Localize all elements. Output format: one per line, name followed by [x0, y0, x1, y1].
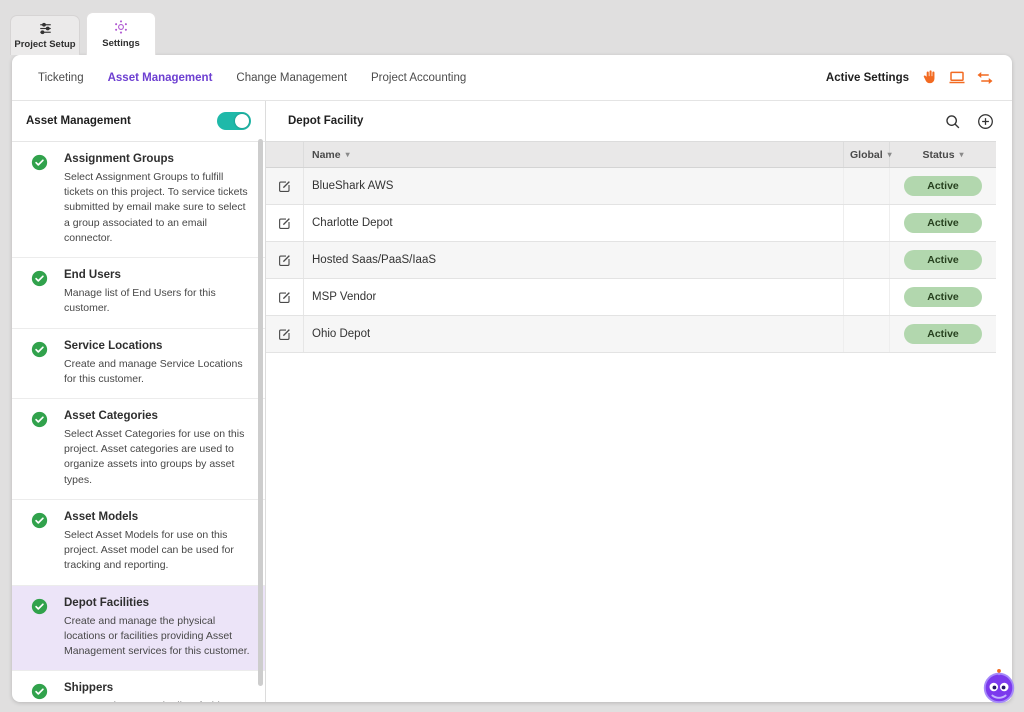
- search-icon[interactable]: [944, 113, 961, 130]
- tab-asset-management[interactable]: Asset Management: [108, 72, 213, 84]
- panel-header: Depot Facility: [266, 101, 1012, 141]
- sidebar-title: Asset Management: [26, 115, 131, 127]
- edit-icon[interactable]: [277, 327, 292, 342]
- depot-facility-panel: Depot Facility Name Global Status: [266, 101, 1012, 702]
- nav-right: Active Settings: [826, 69, 994, 87]
- sidebar-item-description: Select Asset Models for use on this proj…: [64, 528, 251, 574]
- laptop-icon[interactable]: [948, 69, 966, 87]
- sidebar-item-title: Asset Models: [64, 511, 251, 523]
- column-header-status[interactable]: Status: [890, 142, 996, 167]
- sidebar-item-assignment-groups[interactable]: Assignment Groups Select Assignment Grou…: [12, 142, 265, 258]
- row-global: [844, 205, 890, 241]
- sidebar-header: Asset Management: [12, 101, 265, 142]
- tab-label: Settings: [102, 38, 139, 49]
- tab-change-management[interactable]: Change Management: [236, 72, 347, 84]
- sidebar-item-description: Manage list of End Users for this custom…: [64, 286, 251, 316]
- sidebar-item-end-users[interactable]: End Users Manage list of End Users for t…: [12, 258, 265, 328]
- table-row: MSP Vendor Active: [266, 279, 996, 316]
- check-circle-icon: [31, 270, 48, 287]
- gear-icon: [113, 20, 129, 35]
- chat-mascot-button[interactable]: [980, 668, 1018, 706]
- window-tabs: Project Setup Settings: [10, 12, 156, 55]
- row-name: Ohio Depot: [312, 328, 370, 340]
- table-row: BlueShark AWS Active: [266, 168, 996, 205]
- table-row: Charlotte Depot Active: [266, 205, 996, 242]
- check-circle-icon: [31, 598, 48, 615]
- active-settings-label: Active Settings: [826, 72, 909, 84]
- row-global: [844, 168, 890, 204]
- row-global: [844, 316, 890, 352]
- panel-actions: [944, 113, 994, 130]
- row-name: Charlotte Depot: [312, 217, 393, 229]
- sidebar-scrollbar[interactable]: [258, 139, 263, 686]
- sidebar-item-title: Service Locations: [64, 340, 251, 352]
- check-circle-icon: [31, 411, 48, 428]
- tab-settings[interactable]: Settings: [86, 12, 156, 55]
- status-badge[interactable]: Active: [904, 213, 982, 233]
- sidebar-item-shippers[interactable]: Shippers Create and manage the list of S…: [12, 671, 265, 702]
- edit-icon[interactable]: [277, 290, 292, 305]
- row-global: [844, 279, 890, 315]
- edit-icon[interactable]: [277, 216, 292, 231]
- table-row: Hosted Saas/PaaS/IaaS Active: [266, 242, 996, 279]
- settings-nav-tabs: Ticketing Asset Management Change Manage…: [38, 72, 466, 84]
- row-name: BlueShark AWS: [312, 180, 393, 192]
- sidebar-item-description: Create and manage the list of Shippers f…: [64, 699, 251, 702]
- status-badge[interactable]: Active: [904, 324, 982, 344]
- toggle-knob: [235, 114, 249, 128]
- sidebar-item-title: Assignment Groups: [64, 153, 251, 165]
- add-circle-icon[interactable]: [977, 113, 994, 130]
- tab-label: Project Setup: [14, 39, 75, 50]
- sidebar-item-depot-facilities[interactable]: Depot Facilities Create and manage the p…: [12, 586, 265, 672]
- check-circle-icon: [31, 512, 48, 529]
- sidebar-item-service-locations[interactable]: Service Locations Create and manage Serv…: [12, 329, 265, 399]
- sidebar-item-description: Create and manage the physical locations…: [64, 614, 251, 660]
- sidebar-item-description: Select Assignment Groups to fulfill tick…: [64, 170, 251, 246]
- sidebar-item-description: Create and manage Service Locations for …: [64, 357, 251, 387]
- column-header-name[interactable]: Name: [304, 142, 844, 167]
- swap-arrows-icon[interactable]: [976, 69, 994, 87]
- asset-management-toggle[interactable]: [217, 112, 251, 130]
- settings-content: Asset Management Assignment Groups Selec…: [12, 101, 1012, 702]
- sidebar-item-title: Asset Categories: [64, 410, 251, 422]
- status-badge[interactable]: Active: [904, 176, 982, 196]
- sidebar-item-title: Shippers: [64, 682, 251, 694]
- asset-management-sidebar: Asset Management Assignment Groups Selec…: [12, 101, 266, 702]
- hand-icon[interactable]: [921, 69, 938, 86]
- column-header-global[interactable]: Global: [844, 142, 890, 167]
- status-badge[interactable]: Active: [904, 287, 982, 307]
- depot-facility-table: Name Global Status BlueShark AWS Active: [266, 141, 996, 353]
- check-circle-icon: [31, 154, 48, 171]
- sidebar-item-description: Select Asset Categories for use on this …: [64, 427, 251, 488]
- settings-card: Ticketing Asset Management Change Manage…: [12, 55, 1012, 702]
- edit-icon[interactable]: [277, 253, 292, 268]
- sidebar-item-title: Depot Facilities: [64, 597, 251, 609]
- tab-ticketing[interactable]: Ticketing: [38, 72, 84, 84]
- table-header: Name Global Status: [266, 142, 996, 168]
- row-name: MSP Vendor: [312, 291, 376, 303]
- row-global: [844, 242, 890, 278]
- status-badge[interactable]: Active: [904, 250, 982, 270]
- panel-title: Depot Facility: [288, 115, 363, 127]
- sidebar-item-asset-models[interactable]: Asset Models Select Asset Models for use…: [12, 500, 265, 586]
- check-circle-icon: [31, 341, 48, 358]
- table-row: Ohio Depot Active: [266, 316, 996, 353]
- sliders-icon: [38, 21, 53, 36]
- sidebar-item-title: End Users: [64, 269, 251, 281]
- row-name: Hosted Saas/PaaS/IaaS: [312, 254, 436, 266]
- check-circle-icon: [31, 683, 48, 700]
- settings-nav: Ticketing Asset Management Change Manage…: [12, 55, 1012, 101]
- tab-project-setup[interactable]: Project Setup: [10, 15, 80, 55]
- tab-project-accounting[interactable]: Project Accounting: [371, 72, 466, 84]
- edit-icon[interactable]: [277, 179, 292, 194]
- edit-column-header: [266, 142, 304, 167]
- sidebar-item-asset-categories[interactable]: Asset Categories Select Asset Categories…: [12, 399, 265, 500]
